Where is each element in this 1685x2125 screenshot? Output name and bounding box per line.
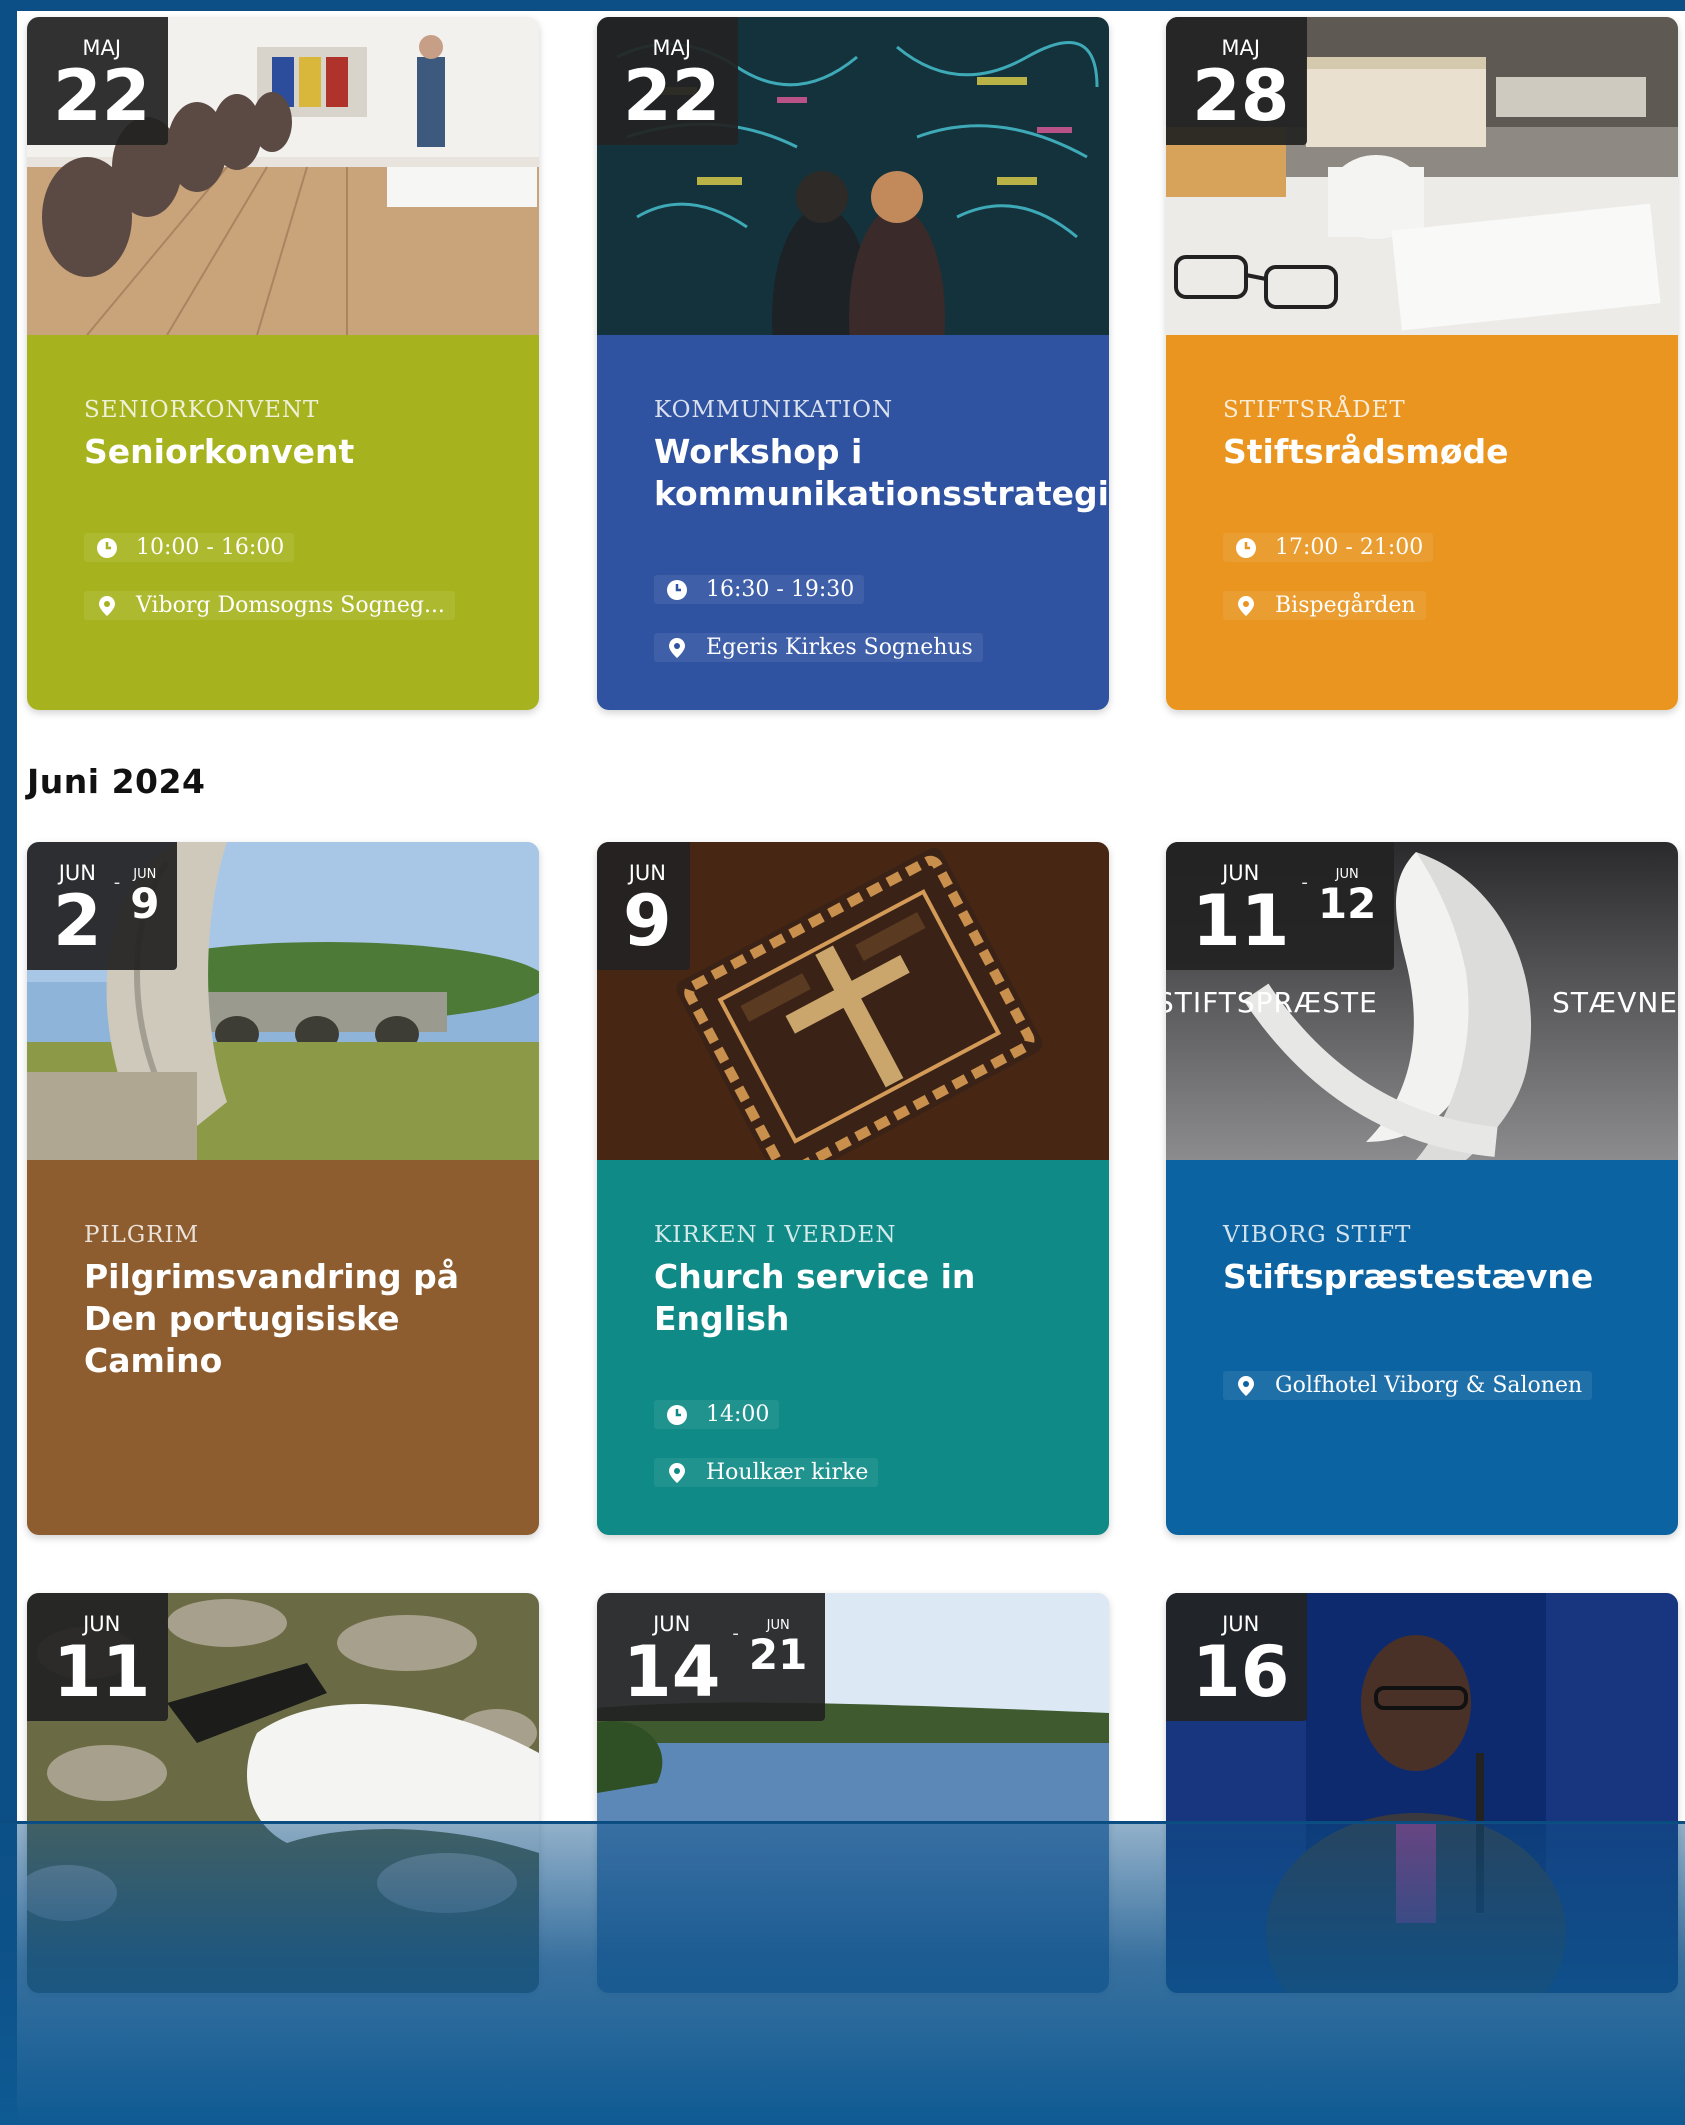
card-body: KOMMUNIKATION Workshop i kommunikationss… bbox=[597, 335, 1109, 710]
event-title[interactable]: Pilgrimsvandring på Den portugisiske Cam… bbox=[84, 1256, 524, 1382]
event-time-text: 17:00 - 21:00 bbox=[1275, 535, 1424, 560]
date-day: 22 bbox=[53, 55, 151, 137]
card-body: PILGRIM Pilgrimsvandring på Den portugis… bbox=[27, 1160, 539, 1535]
event-category: STIFTSRÅDET bbox=[1223, 397, 1406, 423]
clock-icon bbox=[96, 537, 118, 559]
event-card-stiftspraestestaevne[interactable]: STIFTSPRÆSTE STÆVNE JUN 11 - JUN 12 VIBO… bbox=[1166, 842, 1678, 1535]
event-time-text: 14:00 bbox=[706, 1402, 770, 1427]
card-body: KIRKEN I VERDEN Church service in Englis… bbox=[597, 1160, 1109, 1535]
date-day: 28 bbox=[1192, 55, 1290, 137]
date-badge: JUN 2 - JUN 9 bbox=[27, 842, 178, 970]
window-frame-top bbox=[0, 0, 1685, 11]
clock-icon bbox=[666, 579, 688, 601]
date-end-day: 21 bbox=[748, 1630, 808, 1679]
event-image: MAJ 22 bbox=[597, 17, 1109, 335]
event-location-text: Bispegården bbox=[1275, 593, 1416, 618]
event-time-text: 10:00 - 16:00 bbox=[136, 535, 285, 560]
event-title[interactable]: Stiftspræstestævne bbox=[1223, 1256, 1663, 1298]
event-card-church-service[interactable]: JUN 9 KIRKEN I VERDEN Church service in … bbox=[597, 842, 1109, 1535]
map-pin-icon bbox=[1235, 595, 1257, 617]
date-badge: MAJ 28 bbox=[1166, 17, 1308, 145]
event-category: VIBORG STIFT bbox=[1223, 1222, 1412, 1248]
event-card-seniorkonvent[interactable]: MAJ 22 SENIORKONVENT Seniorkonvent 10:00… bbox=[27, 17, 539, 710]
date-badge: MAJ 22 bbox=[597, 17, 739, 145]
event-location-text: Egeris Kirkes Sognehus bbox=[706, 635, 973, 660]
date-day: 16 bbox=[1192, 1631, 1290, 1713]
event-location: Golfhotel Viborg & Salonen bbox=[1223, 1371, 1593, 1400]
date-range-separator: - bbox=[113, 872, 121, 893]
event-location: Houlkær kirke bbox=[654, 1458, 879, 1487]
date-day: 2 bbox=[53, 880, 102, 962]
clock-icon bbox=[666, 1404, 688, 1426]
date-day: 11 bbox=[53, 1631, 151, 1713]
event-time: 17:00 - 21:00 bbox=[1223, 533, 1434, 562]
date-day: 9 bbox=[623, 880, 672, 962]
image-caption: STIFTSPRÆSTE STÆVNE bbox=[1166, 982, 1678, 1022]
event-title[interactable]: Seniorkonvent bbox=[84, 431, 524, 473]
event-location-text: Houlkær kirke bbox=[706, 1460, 869, 1485]
event-category: PILGRIM bbox=[84, 1222, 200, 1248]
date-day: 22 bbox=[623, 55, 721, 137]
month-heading: Juni 2024 bbox=[27, 762, 206, 801]
event-image: STIFTSPRÆSTE STÆVNE JUN 11 - JUN 12 bbox=[1166, 842, 1678, 1160]
card-body: STIFTSRÅDET Stiftsrådsmøde 17:00 - 21:00… bbox=[1166, 335, 1678, 710]
date-range-separator: - bbox=[1301, 872, 1308, 893]
map-pin-icon bbox=[96, 595, 118, 617]
map-pin-icon bbox=[666, 1462, 688, 1484]
event-location-text: Viborg Domsogns Sogneg... bbox=[136, 593, 445, 618]
date-badge: JUN 11 bbox=[27, 1593, 169, 1721]
event-image: JUN 2 - JUN 9 bbox=[27, 842, 539, 1160]
map-pin-icon bbox=[1235, 1375, 1257, 1397]
date-day: 11 bbox=[1192, 880, 1290, 962]
event-category: SENIORKONVENT bbox=[84, 397, 320, 423]
event-card-workshop[interactable]: MAJ 22 KOMMUNIKATION Workshop i kommunik… bbox=[597, 17, 1109, 710]
event-card-stiftsraadsmoede[interactable]: MAJ 28 STIFTSRÅDET Stiftsrådsmøde 17:00 … bbox=[1166, 17, 1678, 710]
event-time: 16:30 - 19:30 bbox=[654, 575, 865, 604]
event-location-text: Golfhotel Viborg & Salonen bbox=[1275, 1373, 1583, 1398]
date-day: 14 bbox=[623, 1631, 721, 1713]
date-badge: JUN 11 - JUN 12 bbox=[1166, 842, 1395, 970]
window-frame-left bbox=[0, 0, 17, 2125]
event-card-pilgrimsvandring[interactable]: JUN 2 - JUN 9 PILGRIM Pilgrimsvandring p… bbox=[27, 842, 539, 1535]
bottom-gradient-overlay bbox=[0, 1823, 1685, 2125]
card-body: SENIORKONVENT Seniorkonvent 10:00 - 16:0… bbox=[27, 335, 539, 710]
clock-icon bbox=[1235, 537, 1257, 559]
event-time-text: 16:30 - 19:30 bbox=[706, 577, 855, 602]
event-location: Egeris Kirkes Sognehus bbox=[654, 633, 983, 662]
date-badge: JUN 14 - JUN 21 bbox=[597, 1593, 826, 1721]
event-category: KIRKEN I VERDEN bbox=[654, 1222, 897, 1248]
date-end-day: 12 bbox=[1317, 879, 1377, 928]
event-image: MAJ 28 bbox=[1166, 17, 1678, 335]
card-body: VIBORG STIFT Stiftspræstestævne Golfhote… bbox=[1166, 1160, 1678, 1535]
date-badge: JUN 16 bbox=[1166, 1593, 1308, 1721]
date-range-separator: - bbox=[732, 1623, 739, 1644]
event-image: MAJ 22 bbox=[27, 17, 539, 335]
event-title[interactable]: Church service in English bbox=[654, 1256, 1094, 1340]
date-badge: JUN 9 bbox=[597, 842, 690, 970]
event-location: Viborg Domsogns Sogneg... bbox=[84, 591, 455, 620]
map-pin-icon bbox=[666, 637, 688, 659]
date-end-day: 9 bbox=[130, 879, 160, 928]
date-badge: MAJ 22 bbox=[27, 17, 169, 145]
event-location: Bispegården bbox=[1223, 591, 1426, 620]
event-title[interactable]: Stiftsrådsmøde bbox=[1223, 431, 1663, 473]
event-category: KOMMUNIKATION bbox=[654, 397, 894, 423]
event-image: JUN 9 bbox=[597, 842, 1109, 1160]
event-time: 10:00 - 16:00 bbox=[84, 533, 295, 562]
event-title[interactable]: Workshop i kommunikationsstrategi bbox=[654, 431, 1109, 515]
image-caption-right: STÆVNE bbox=[1552, 985, 1678, 1019]
event-time: 14:00 bbox=[654, 1400, 780, 1429]
image-caption-left: STIFTSPRÆSTE bbox=[1166, 985, 1378, 1019]
